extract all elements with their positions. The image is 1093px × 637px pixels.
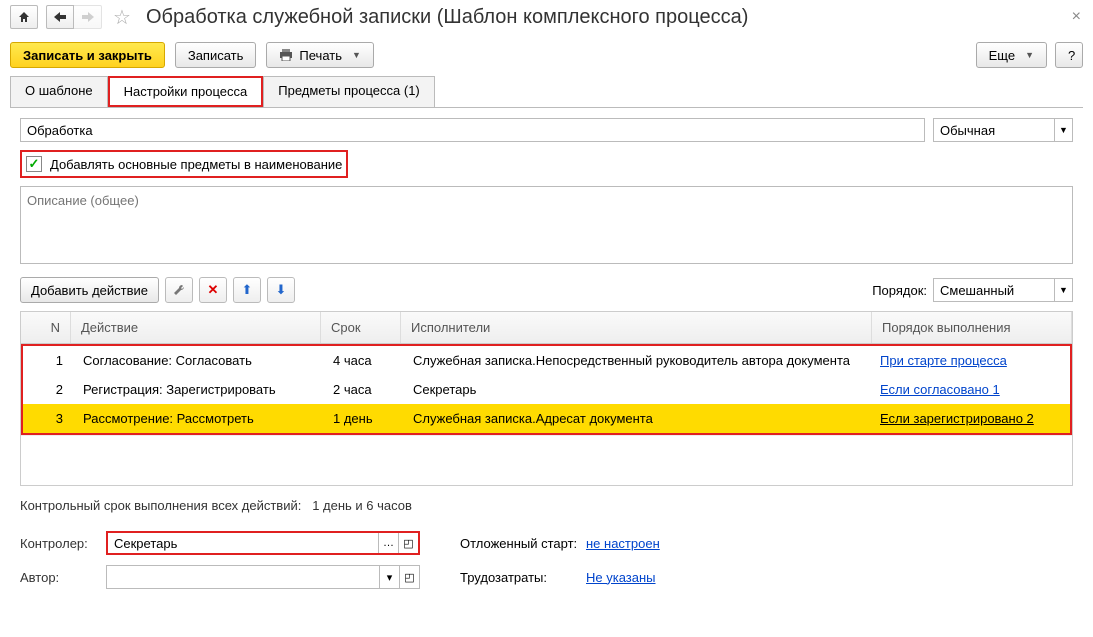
author-field[interactable] bbox=[107, 566, 379, 588]
importance-select[interactable]: Обычная ▼ bbox=[933, 118, 1073, 142]
chevron-down-icon[interactable]: ▼ bbox=[1054, 119, 1072, 141]
controller-input[interactable]: … ◰ bbox=[106, 531, 420, 555]
delayed-link[interactable]: не настроен bbox=[586, 536, 660, 551]
table-row[interactable]: 2 Регистрация: Зарегистрировать 2 часа С… bbox=[23, 375, 1070, 404]
open-button[interactable]: ◰ bbox=[399, 566, 419, 588]
print-label: Печать bbox=[299, 48, 342, 63]
order-value: Смешанный bbox=[934, 283, 1054, 298]
add-subjects-checkbox[interactable]: ✓ bbox=[26, 156, 42, 172]
summary-label: Контрольный срок выполнения всех действи… bbox=[20, 498, 301, 513]
actions-grid: N Действие Срок Исполнители Порядок выпо… bbox=[20, 311, 1073, 486]
arrow-up-icon: ⬆ bbox=[242, 282, 253, 298]
move-down-button[interactable]: ⬇ bbox=[267, 277, 295, 303]
move-up-button[interactable]: ⬆ bbox=[233, 277, 261, 303]
select-button[interactable]: … bbox=[378, 533, 398, 553]
save-close-button[interactable]: Записать и закрыть bbox=[10, 42, 165, 68]
chevron-down-icon: ▼ bbox=[1025, 50, 1034, 60]
save-button[interactable]: Записать bbox=[175, 42, 257, 68]
more-label: Еще bbox=[989, 48, 1015, 63]
author-input[interactable]: ▾ ◰ bbox=[106, 565, 420, 589]
delete-icon: ✕ bbox=[208, 282, 219, 298]
effort-link[interactable]: Не указаны bbox=[586, 570, 656, 585]
add-subjects-label: Добавлять основные предметы в наименован… bbox=[50, 157, 342, 172]
controller-field[interactable] bbox=[108, 533, 378, 553]
tab-subjects[interactable]: Предметы процесса (1) bbox=[263, 76, 435, 107]
back-button[interactable] bbox=[46, 5, 74, 29]
save-label: Записать bbox=[188, 48, 244, 63]
col-header-n[interactable]: N bbox=[21, 312, 71, 343]
table-row[interactable]: 3 Рассмотрение: Рассмотреть 1 день Служе… bbox=[23, 404, 1070, 433]
wrench-icon bbox=[172, 283, 186, 297]
order-label: Порядок: bbox=[872, 283, 927, 298]
dropdown-button[interactable]: ▾ bbox=[379, 566, 399, 588]
forward-button[interactable] bbox=[74, 5, 102, 29]
author-label: Автор: bbox=[20, 570, 100, 585]
grid-empty-area bbox=[21, 435, 1072, 485]
importance-value: Обычная bbox=[934, 123, 1054, 138]
delete-action-button[interactable]: ✕ bbox=[199, 277, 227, 303]
controller-label: Контролер: bbox=[20, 536, 100, 551]
summary-value: 1 день и 6 часов bbox=[312, 498, 412, 513]
col-header-action[interactable]: Действие bbox=[71, 312, 321, 343]
page-title: Обработка служебной записки (Шаблон комп… bbox=[146, 6, 748, 29]
add-action-button[interactable]: Добавить действие bbox=[20, 277, 159, 303]
arrow-down-icon: ⬇ bbox=[276, 282, 287, 298]
chevron-down-icon[interactable]: ▼ bbox=[1054, 279, 1072, 301]
delayed-label: Отложенный старт: bbox=[460, 536, 580, 551]
print-button[interactable]: Печать ▼ bbox=[266, 42, 374, 68]
help-button[interactable]: ? bbox=[1055, 42, 1083, 68]
order-select[interactable]: Смешанный ▼ bbox=[933, 278, 1073, 302]
home-button[interactable] bbox=[10, 5, 38, 29]
name-input[interactable] bbox=[20, 118, 925, 142]
close-button[interactable]: × bbox=[1072, 8, 1081, 26]
col-header-deadline[interactable]: Срок bbox=[321, 312, 401, 343]
favorite-icon[interactable]: ☆ bbox=[110, 5, 134, 29]
save-close-label: Записать и закрыть bbox=[23, 48, 152, 63]
order-link[interactable]: Если согласовано 1 bbox=[880, 382, 1000, 397]
col-header-executors[interactable]: Исполнители bbox=[401, 312, 872, 343]
settings-action-button[interactable] bbox=[165, 277, 193, 303]
description-textarea[interactable] bbox=[20, 186, 1073, 264]
order-link[interactable]: При старте процесса bbox=[880, 353, 1007, 368]
tab-about[interactable]: О шаблоне bbox=[10, 76, 108, 107]
open-button[interactable]: ◰ bbox=[398, 533, 418, 553]
printer-icon bbox=[279, 49, 293, 61]
chevron-down-icon: ▼ bbox=[352, 50, 361, 60]
more-button[interactable]: Еще ▼ bbox=[976, 42, 1047, 68]
tab-settings[interactable]: Настройки процесса bbox=[108, 76, 264, 107]
col-header-order[interactable]: Порядок выполнения bbox=[872, 312, 1072, 343]
effort-label: Трудозатраты: bbox=[460, 570, 580, 585]
order-link[interactable]: Если зарегистрировано 2 bbox=[880, 411, 1034, 426]
table-row[interactable]: 1 Согласование: Согласовать 4 часа Служе… bbox=[23, 346, 1070, 375]
